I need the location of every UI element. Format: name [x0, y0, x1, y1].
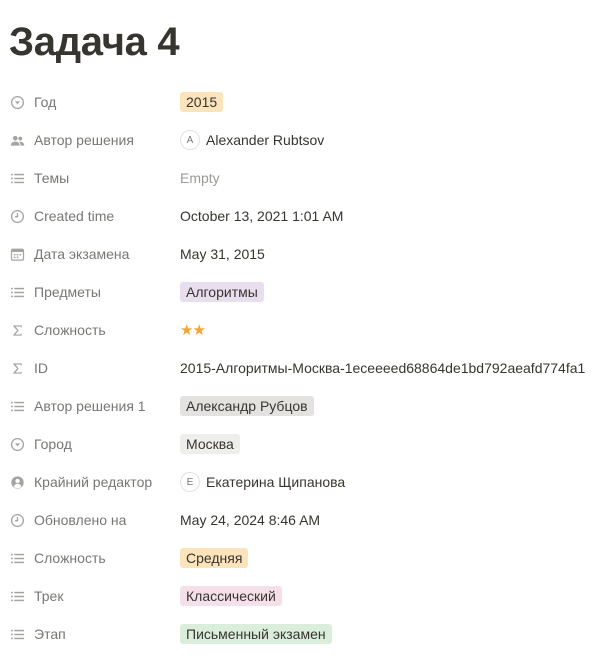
property-name[interactable]: Год [9, 83, 174, 121]
empty-placeholder: Empty [180, 170, 220, 186]
avatar: A [180, 130, 200, 150]
property-value[interactable]: Empty [180, 159, 615, 197]
property-value[interactable]: A Alexander Rubtsov [180, 121, 615, 159]
property-value[interactable]: ★★ [180, 311, 615, 349]
property-value[interactable]: Алгоритмы [180, 273, 615, 311]
property-row[interactable]: Предметы Алгоритмы [0, 273, 615, 311]
clock-icon [9, 512, 25, 528]
property-row[interactable]: Дата экзамена May 31, 2015 [0, 235, 615, 273]
value-text: 2015-Алгоритмы-Москва-1eceeeed68864de1bd… [180, 360, 586, 376]
tag: Письменный экзамен [180, 624, 332, 644]
property-label: Темы [34, 170, 70, 186]
person-icon [9, 474, 25, 490]
property-row[interactable]: Автор решения A Alexander Rubtsov [0, 121, 615, 159]
property-name[interactable]: ID [9, 349, 174, 387]
list-icon [9, 626, 25, 642]
property-label: Created time [34, 208, 115, 224]
property-name[interactable]: Этап [9, 615, 174, 653]
property-name[interactable]: Трек [9, 577, 174, 615]
property-label: Крайний редактор [34, 474, 153, 490]
property-label: Год [34, 94, 57, 110]
notion-page: Задача 4 Год 2015 Автор решения A Alexander … [0, 0, 615, 663]
property-row[interactable]: Трек Классический [0, 577, 615, 615]
avatar: E [180, 472, 200, 492]
property-value[interactable]: E Екатерина Щипанова [180, 463, 615, 501]
property-value[interactable]: October 13, 2021 1:01 AM [180, 197, 615, 235]
list-icon [9, 170, 25, 186]
clock-icon [9, 208, 25, 224]
person-name: Alexander Rubtsov [206, 132, 325, 148]
property-name[interactable]: Дата экзамена [9, 235, 174, 273]
property-row[interactable]: ID 2015-Алгоритмы-Москва-1eceeeed68864de1… [0, 349, 615, 387]
property-value[interactable]: Александр Рубцов [180, 387, 615, 425]
list-icon [9, 550, 25, 566]
list-icon [9, 398, 25, 414]
calendar-icon [9, 246, 25, 262]
property-label: Этап [34, 626, 66, 642]
value-text: May 24, 2024 8:46 AM [180, 512, 321, 528]
select-icon [9, 94, 25, 110]
property-row[interactable]: Год 2015 [0, 83, 615, 121]
property-name[interactable]: Автор решения 1 [9, 387, 174, 425]
property-value[interactable]: Средняя [180, 539, 615, 577]
property-name[interactable]: Created time [9, 197, 174, 235]
property-row[interactable]: Created time October 13, 2021 1:01 AM [0, 197, 615, 235]
formula-icon [9, 322, 25, 338]
properties-list: Год 2015 Автор решения A Alexander Rubtsov Те… [0, 83, 615, 653]
property-row[interactable]: Темы Empty [0, 159, 615, 197]
property-name[interactable]: Обновлено на [9, 501, 174, 539]
property-name[interactable]: Город [9, 425, 174, 463]
list-icon [9, 588, 25, 604]
property-name[interactable]: Крайний редактор [9, 463, 174, 501]
tag: Александр Рубцов [180, 396, 314, 416]
person-name: Екатерина Щипанова [206, 474, 346, 490]
tag: Классический [180, 586, 282, 606]
property-label: Город [34, 436, 72, 452]
property-value[interactable]: Москва [180, 425, 615, 463]
property-name[interactable]: Предметы [9, 273, 174, 311]
property-row[interactable]: Сложность Средняя [0, 539, 615, 577]
property-label: Сложность [34, 322, 106, 338]
tag: Алгоритмы [180, 282, 264, 302]
property-label: Автор решения [34, 132, 134, 148]
property-value[interactable]: Письменный экзамен [180, 615, 615, 653]
property-row[interactable]: Этап Письменный экзамен [0, 615, 615, 653]
property-value[interactable]: Классический [180, 577, 615, 615]
property-label: Обновлено на [34, 512, 127, 528]
property-label: ID [34, 360, 48, 376]
property-label: Дата экзамена [34, 246, 130, 262]
select-icon [9, 436, 25, 452]
property-value[interactable]: May 24, 2024 8:46 AM [180, 501, 615, 539]
people-icon [9, 132, 25, 148]
property-value[interactable]: May 31, 2015 [180, 235, 615, 273]
property-value[interactable]: 2015 [180, 83, 615, 121]
property-name[interactable]: Сложность [9, 539, 174, 577]
tag: Москва [180, 434, 240, 454]
tag: 2015 [180, 92, 224, 112]
property-row[interactable]: Обновлено на May 24, 2024 8:46 AM [0, 501, 615, 539]
list-icon [9, 284, 25, 300]
property-name[interactable]: Темы [9, 159, 174, 197]
formula-icon [9, 360, 25, 376]
property-row[interactable]: Город Москва [0, 425, 615, 463]
property-row[interactable]: Автор решения 1 Александр Рубцов [0, 387, 615, 425]
value-text: May 31, 2015 [180, 246, 265, 262]
property-label: Трек [34, 588, 64, 604]
property-label: Сложность [34, 550, 106, 566]
tag: Средняя [180, 548, 249, 568]
property-row[interactable]: Сложность ★★ [0, 311, 615, 349]
property-label: Автор решения 1 [34, 398, 146, 414]
value-text: October 13, 2021 1:01 AM [180, 208, 344, 224]
property-name[interactable]: Автор решения [9, 121, 174, 159]
star-rating: ★★ [180, 322, 206, 339]
property-row[interactable]: Крайний редактор E Екатерина Щипанова [0, 463, 615, 501]
property-value[interactable]: 2015-Алгоритмы-Москва-1eceeeed68864de1bd… [180, 349, 615, 387]
property-label: Предметы [34, 284, 101, 300]
property-name[interactable]: Сложность [9, 311, 174, 349]
page-title[interactable]: Задача 4 [9, 18, 180, 66]
